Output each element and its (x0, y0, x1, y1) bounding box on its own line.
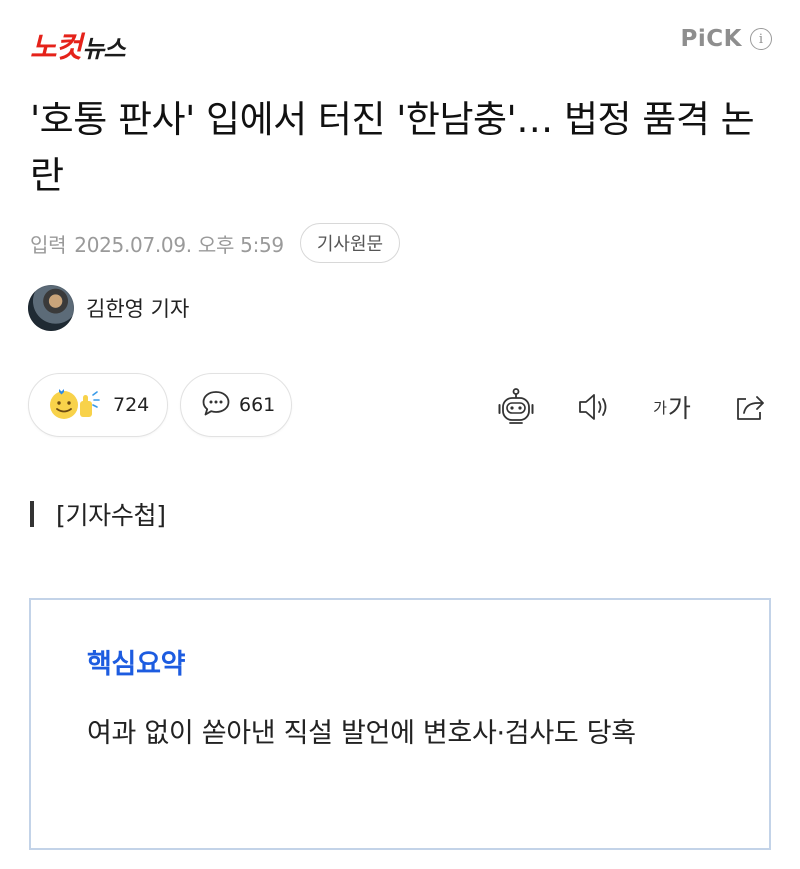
chatbot-icon[interactable] (494, 385, 538, 429)
font-size-icon[interactable]: 가 가 (648, 385, 696, 429)
reaction-button[interactable]: 724 (28, 373, 168, 437)
section-heading: [기자수첩] (30, 496, 166, 532)
top-header: 노컷 뉴스 PiCK i (0, 0, 800, 90)
font-size-large-label: 가 (667, 394, 691, 423)
reaction-emoji-icon (47, 383, 105, 427)
reporter-name: 김한영 기자 (86, 297, 190, 321)
comment-count: 661 (239, 394, 276, 416)
summary-text: 여과 없이 쏟아낸 직설 발언에 변호사·검사도 당혹 (87, 718, 636, 749)
article-meta: 입력 2025.07.09. 오후 5:59 기사원문 (30, 222, 401, 264)
speaker-icon[interactable] (572, 385, 616, 429)
original-article-button[interactable]: 기사원문 (299, 223, 401, 263)
share-icon[interactable] (728, 385, 772, 429)
avatar (28, 285, 74, 331)
reaction-count: 724 (113, 394, 150, 416)
font-size-small-label: 가 (653, 398, 667, 417)
reporter-info[interactable]: 김한영 기자 (28, 285, 189, 331)
date-value: 2025.07.09. 오후 5:59 (74, 232, 284, 257)
summary-title: 핵심요약 (87, 649, 186, 680)
pick-badge[interactable]: PiCK i (681, 26, 772, 52)
section-bar (30, 501, 34, 527)
logo-part-news: 뉴스 (82, 35, 125, 63)
section-label: [기자수첩] (56, 501, 166, 530)
site-logo[interactable]: 노컷 뉴스 (30, 20, 126, 64)
pick-label: PiCK (680, 26, 742, 52)
logo-part-nocut: 노컷 (30, 30, 82, 64)
key-summary-box: 핵심요약 여과 없이 쏟아낸 직설 발언에 변호사·검사도 당혹 (29, 598, 771, 850)
action-bar: 724 661 가 가 (0, 370, 800, 442)
date-label: 입력 (30, 232, 67, 257)
info-icon[interactable]: i (750, 28, 772, 50)
publish-date: 입력 2025.07.09. 오후 5:59 (30, 229, 284, 258)
comment-bubble-icon (201, 389, 231, 421)
article-title: '호통 판사' 입에서 터진 '한남충'… 법정 품격 논란 (30, 98, 755, 197)
comment-button[interactable]: 661 (180, 373, 292, 437)
